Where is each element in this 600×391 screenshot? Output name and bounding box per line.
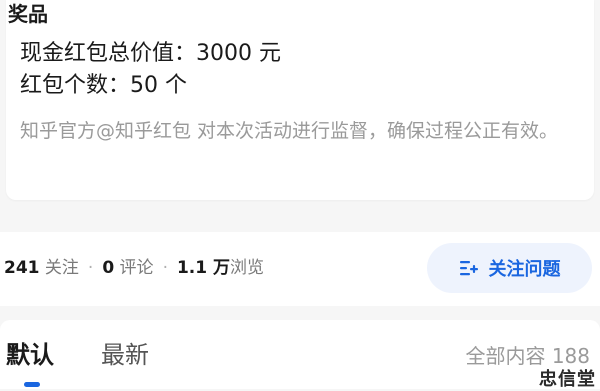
stats-separator: · xyxy=(162,258,168,278)
tab-default[interactable]: 默认 xyxy=(6,339,54,371)
watermark: 忠信堂 xyxy=(476,367,596,390)
followers-label: 关注 xyxy=(39,258,79,278)
views-count: 1.1 万 xyxy=(176,258,231,278)
active-tab-indicator xyxy=(24,382,40,387)
supervision-note: 知乎官方@知乎红包 对本次活动进行监督，确保过程公正有效。 xyxy=(20,120,559,142)
comments-count: 0 xyxy=(102,258,115,278)
question-stats-bar: 241 关注 · 0 评论 · 1.1 万浏览 关注问题 xyxy=(0,232,600,306)
tab-latest[interactable]: 最新 xyxy=(101,339,149,371)
follow-question-icon xyxy=(459,259,479,277)
prize-count: 红包个数：50 个 xyxy=(20,73,187,98)
prize-title: 奖品 xyxy=(8,2,48,26)
follow-question-button[interactable]: 关注问题 xyxy=(427,243,592,293)
question-stats: 241 关注 · 0 评论 · 1.1 万浏览 xyxy=(4,254,264,282)
views-label: 浏览 xyxy=(230,258,265,278)
followers-count: 241 xyxy=(4,258,40,278)
watermark-text: 忠信堂 xyxy=(539,369,596,390)
prize-card: 奖品 现金红包总价值：3000 元 红包个数：50 个 知乎官方@知乎红包 对本… xyxy=(6,0,594,200)
prize-total-value: 现金红包总价值：3000 元 xyxy=(20,41,281,66)
stats-separator: · xyxy=(87,258,94,278)
follow-question-label: 关注问题 xyxy=(488,259,561,280)
comments-label[interactable]: 评论 xyxy=(114,258,154,278)
